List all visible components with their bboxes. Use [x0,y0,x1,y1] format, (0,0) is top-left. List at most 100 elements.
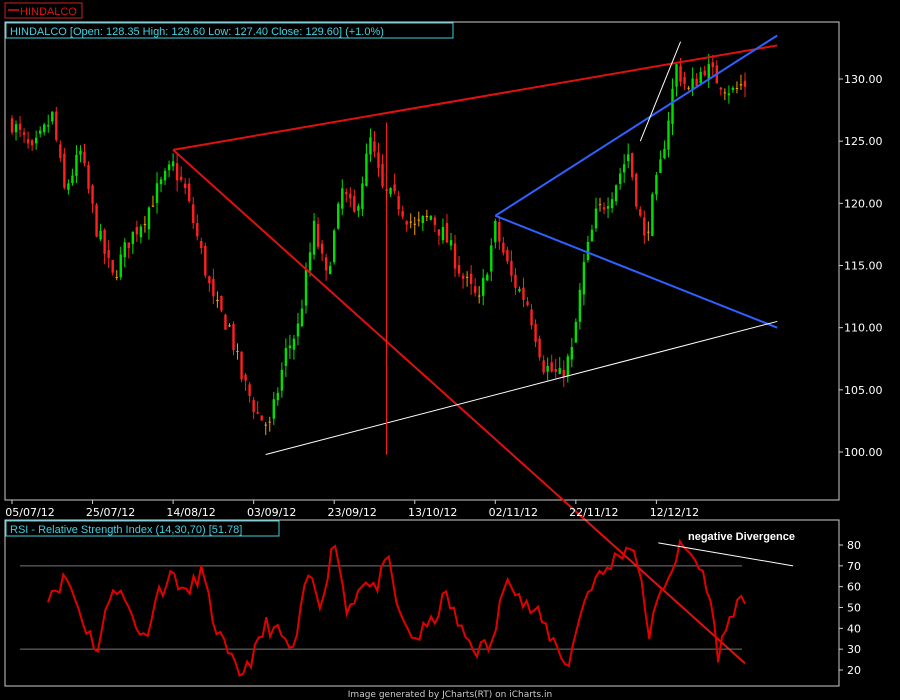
candle-body [244,374,247,381]
candle-body [236,350,239,352]
candle-body [22,132,26,135]
rsi-panel-frame [4,519,840,687]
footer-credit: Image generated by JCharts(RT) on iChart… [348,690,552,700]
candle-body [256,412,259,414]
candle-body [663,148,666,159]
candle-body [401,211,404,217]
candle-body [167,164,171,171]
candle-body [139,226,143,238]
candle-body [373,141,376,152]
candle-body [135,227,139,235]
trendlines [172,34,778,665]
candle-body [610,199,614,209]
candle-body [522,287,525,300]
candle-body [95,204,98,237]
candle-body [365,153,368,187]
candle-body [453,243,457,269]
candle-body [328,266,332,275]
candle-body [405,221,408,225]
candle-body [703,70,706,76]
candle-body [506,250,509,262]
candle-body [679,65,682,82]
candle-body [107,250,110,258]
rsi-annotation: negative Divergence [688,531,795,543]
candle-body [300,308,304,327]
candle-body [341,188,344,209]
candle-body [566,356,569,377]
candle-body [699,71,702,84]
rsi-y-tick-label: 80 [847,539,861,552]
candle-body [361,183,364,209]
date-x-tick-label: 02/11/12 [489,506,538,519]
candle-body [635,173,638,207]
candle-body [433,217,437,225]
candle-body [18,123,22,130]
candle-body [38,130,42,134]
date-x-tick-label: 05/07/12 [5,506,54,519]
candle-body [179,176,183,180]
candle-body [353,196,356,212]
candle-body [437,229,441,236]
candle-body [622,164,626,173]
candle-body [224,314,227,330]
candle-body [482,277,485,296]
candle-body [304,269,308,306]
chart-canvas: 100.00 105.00 110.00 115.00 120.00 125.00 130.… [4,2,883,700]
candle-body [457,265,461,274]
candle-body [10,118,14,133]
price-panel-frame [4,21,840,501]
candle-body [208,276,211,284]
candle-body [647,231,650,233]
candle-body [240,351,243,380]
symbol-tag: HINDALCO [20,6,77,18]
candle-body [449,240,453,246]
candle-body [381,163,384,187]
candle-body [248,384,251,396]
rsi-y-axis: 20 30 40 50 60 70 80 [839,539,861,677]
date-x-tick-label: 12/12/12 [650,506,699,519]
candle-body [675,64,678,87]
candle-body [47,125,50,127]
candle-body [602,207,606,210]
trendline [494,214,778,329]
candle-body [264,424,267,426]
candle-body [659,159,662,174]
candle-body [216,299,219,302]
candle-body [639,209,642,216]
candle-body [558,368,561,374]
rsi-y-tick-label: 40 [847,622,861,635]
candle-body [296,323,300,337]
candle-body [502,242,505,253]
candle-body [530,309,533,326]
candle-body [43,124,46,133]
candle-body [441,227,445,241]
candle-body [743,80,747,87]
candle-body [268,421,271,423]
trendline [639,41,682,142]
candle-body [465,276,469,278]
date-x-tick-label: 23/09/12 [327,506,376,519]
candle-body [131,231,135,245]
price-y-tick-label: 115.00 [844,260,883,273]
candle-body [123,242,126,258]
candle-body [308,252,312,271]
price-candles [10,53,747,436]
candle-body [554,368,557,372]
candle-body [590,229,594,242]
candle-body [252,400,255,412]
candle-body [171,161,175,167]
price-panel: 100.00 105.00 110.00 115.00 120.00 125.00 130.… [4,21,883,665]
candle-body [695,78,698,87]
candle-body [582,261,586,295]
candle-body [655,175,658,195]
candle-body [103,229,106,254]
price-y-tick-label: 110.00 [844,322,883,335]
candle-body [570,347,574,360]
rsi-line [47,538,794,677]
candle-body [232,323,235,351]
candle-body [369,137,372,155]
candle-body [260,415,263,421]
candle-body [292,338,296,350]
candle-body [546,365,549,372]
candle-body [30,140,34,146]
